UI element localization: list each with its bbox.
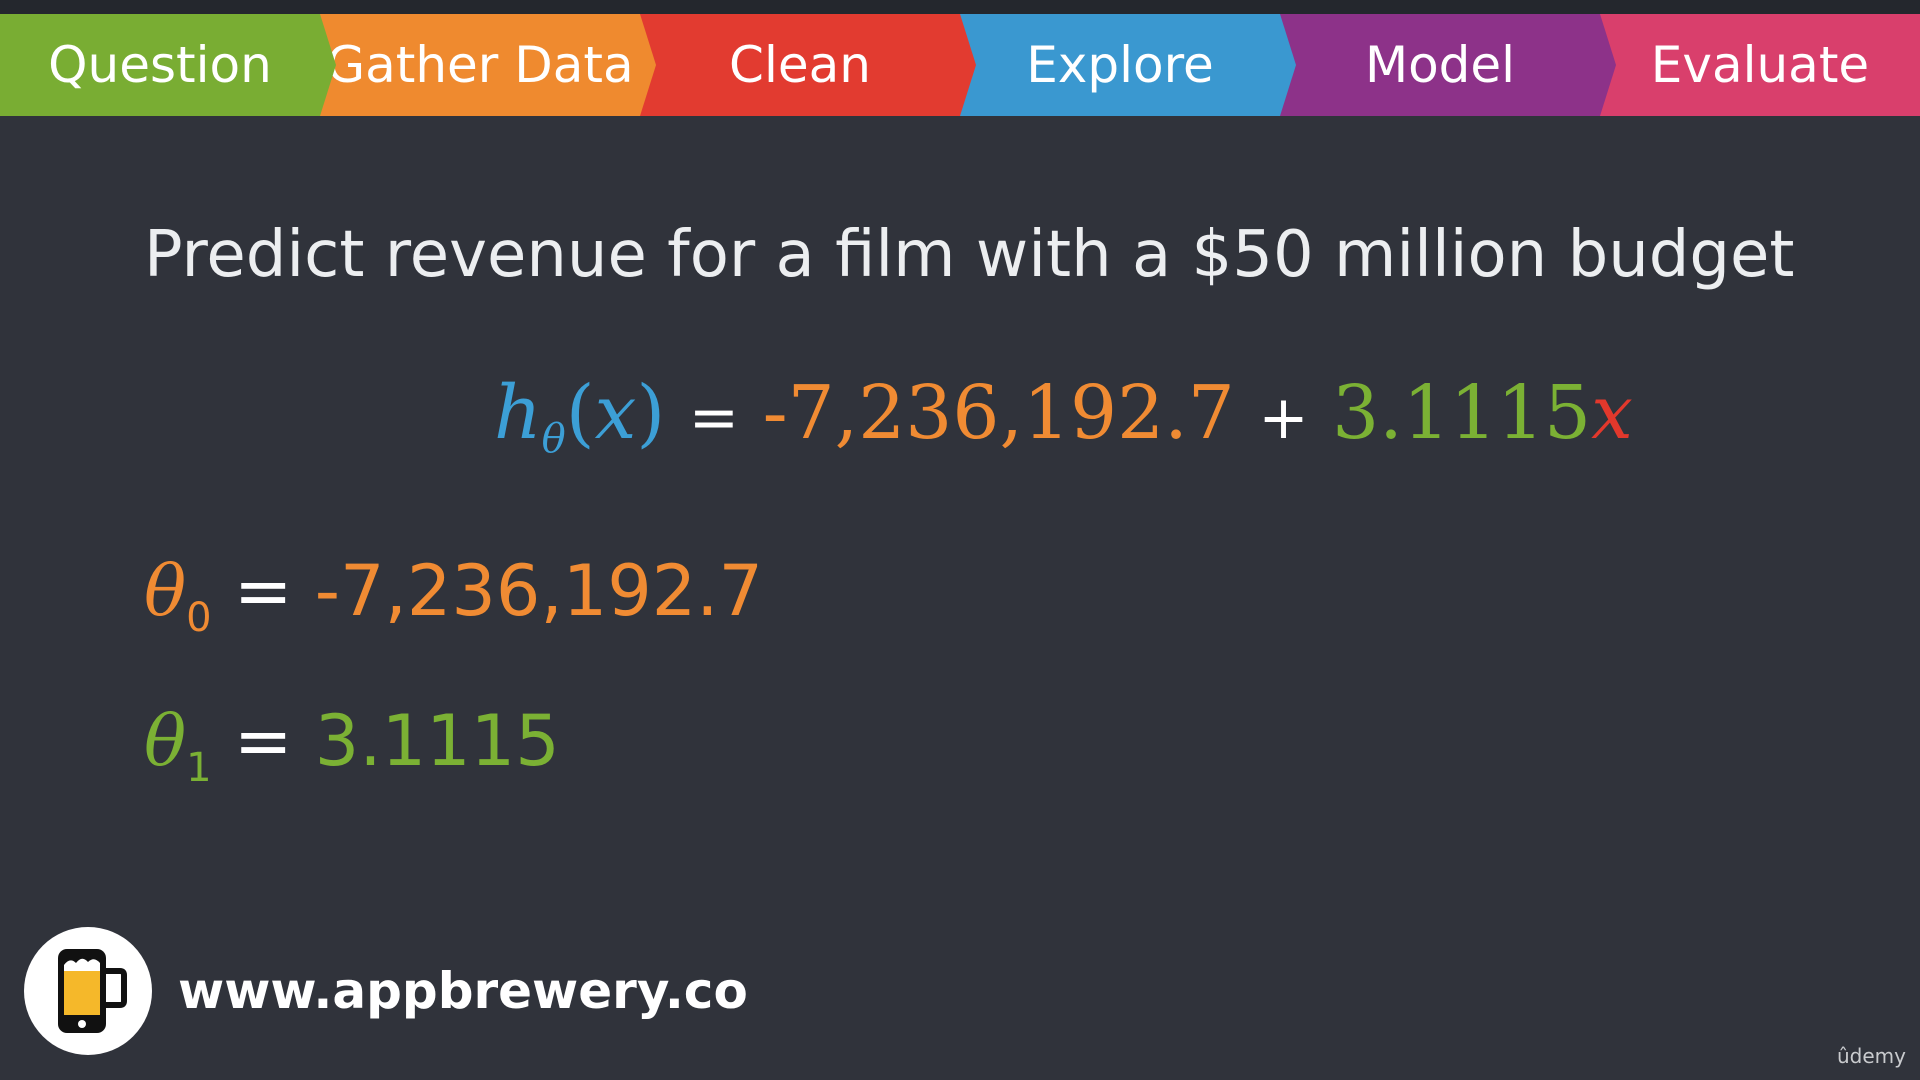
theta0-index: 0 [186, 595, 212, 641]
equals-sign: = [688, 383, 740, 453]
step-model: Model [1280, 14, 1616, 116]
theta1-symbol: θ [144, 700, 187, 782]
beer-phone-icon [58, 949, 127, 1033]
theta0-symbol: θ [144, 550, 187, 632]
intercept-term: -7,236,192.7 [762, 370, 1235, 456]
close-paren: ) [636, 370, 666, 456]
hypothesis-function: h [494, 370, 542, 456]
x-variable: x [1591, 370, 1633, 456]
step-label: Explore [1026, 36, 1214, 94]
theta0-line: θ0 = -7,236,192.7 [144, 550, 763, 641]
step-label: Gather Data [326, 36, 634, 94]
step-clean: Clean [640, 14, 976, 116]
slope-term: 3.1115 [1332, 370, 1592, 456]
appbrewery-logo [24, 927, 152, 1055]
step-label: Evaluate [1650, 36, 1870, 94]
hypothesis-variable: x [594, 370, 637, 456]
open-paren: ( [565, 370, 595, 456]
theta0-equals: = [233, 550, 293, 632]
hypothesis-equation: hθ(x) = -7,236,192.7 + 3.1115x [494, 370, 1633, 462]
step-explore: Explore [960, 14, 1296, 116]
pipeline-steps: Question Gather Data Clean Explore Model… [0, 14, 1920, 116]
top-edge-bar [0, 0, 1920, 14]
step-gather-data: Gather Data [320, 14, 656, 116]
theta1-value: 3.1115 [314, 700, 560, 782]
website-url: www.appbrewery.co [178, 962, 748, 1020]
step-question: Question [0, 14, 336, 116]
step-label: Model [1364, 36, 1516, 94]
step-label: Question [48, 36, 272, 94]
theta0-value: -7,236,192.7 [314, 550, 764, 632]
slide: Question Gather Data Clean Explore Model… [0, 0, 1920, 1080]
step-label: Clean [729, 36, 871, 94]
plus-sign: + [1258, 383, 1309, 453]
theta1-equals: = [233, 700, 293, 782]
step-evaluate: Evaluate [1600, 14, 1920, 116]
slide-headline: Predict revenue for a film with a $50 mi… [144, 218, 1795, 292]
theta1-line: θ1 = 3.1115 [144, 700, 560, 791]
theta1-index: 1 [186, 745, 212, 791]
udemy-watermark: ûdemy [1837, 1044, 1906, 1068]
hypothesis-subscript: θ [541, 416, 566, 462]
